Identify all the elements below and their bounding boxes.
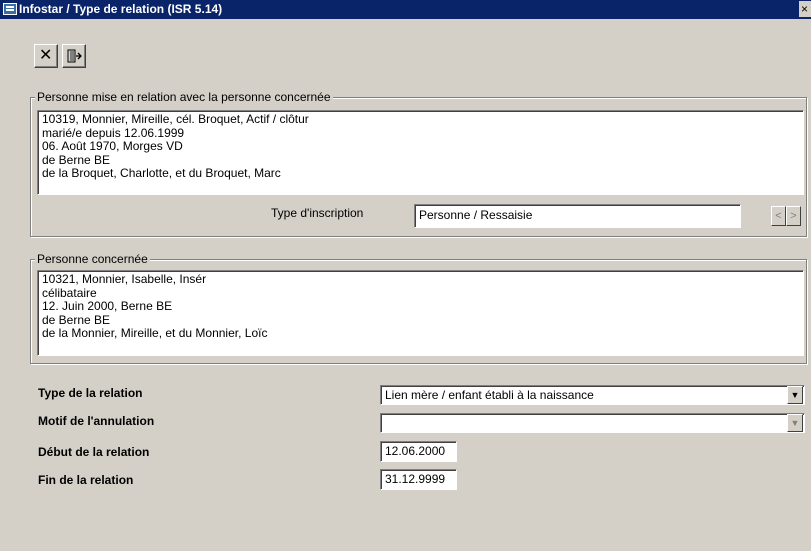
cancel-reason-label: Motif de l'annulation bbox=[38, 414, 155, 428]
concerned-person-line: de la Monnier, Mireille, et du Monnier, … bbox=[42, 327, 268, 340]
cancel-reason-select[interactable] bbox=[380, 413, 805, 433]
relation-type-dropdown-button[interactable]: ▼ bbox=[787, 386, 803, 404]
title-bar: Infostar / Type de relation (ISR 5.14) × bbox=[0, 0, 811, 19]
concerned-person-line: de Berne BE bbox=[42, 313, 111, 327]
exit-door-icon bbox=[67, 49, 82, 63]
related-person-line: 10319, Monnier, Mireille, cél. Broquet, … bbox=[42, 113, 309, 126]
start-date-input[interactable]: 12.06.2000 bbox=[380, 441, 457, 462]
next-record-button[interactable]: > bbox=[786, 206, 801, 226]
related-person-info: 10319, Monnier, Mireille, cél. Broquet, … bbox=[37, 110, 804, 195]
relation-type-select[interactable]: Lien mère / enfant établi à la naissance bbox=[380, 385, 805, 405]
relation-type-label: Type de la relation bbox=[38, 386, 143, 400]
end-date-label: Fin de la relation bbox=[38, 473, 134, 487]
chevron-down-icon: ▼ bbox=[790, 418, 800, 428]
related-person-legend: Personne mise en relation avec la person… bbox=[35, 90, 333, 104]
related-person-line: de la Broquet, Charlotte, et du Broquet,… bbox=[42, 167, 281, 180]
related-person-line: marié/e depuis 12.06.1999 bbox=[42, 126, 185, 140]
concerned-person-line: 12. Juin 2000, Berne BE bbox=[42, 300, 173, 313]
cancel-reason-dropdown-button[interactable]: ▼ bbox=[787, 414, 803, 432]
chevron-down-icon: ▼ bbox=[790, 390, 800, 400]
prev-record-button[interactable]: < bbox=[771, 206, 786, 226]
related-person-line: 06. Août 1970, Morges VD bbox=[42, 140, 183, 153]
end-date-input[interactable]: 31.12.9999 bbox=[380, 469, 457, 490]
exit-button[interactable] bbox=[62, 44, 86, 68]
app-icon bbox=[3, 3, 17, 15]
relation-type-value: Lien mère / enfant établi à la naissance bbox=[385, 388, 594, 402]
concerned-person-info: 10321, Monnier, Isabelle, Insér célibata… bbox=[37, 270, 804, 356]
start-date-label: Début de la relation bbox=[38, 445, 150, 459]
close-icon: ✕ bbox=[39, 47, 53, 64]
close-button[interactable]: ✕ bbox=[34, 44, 58, 68]
inscription-type-field: Personne / Ressaisie bbox=[414, 204, 741, 228]
window-close-button[interactable]: × bbox=[799, 1, 811, 17]
window-title: Infostar / Type de relation (ISR 5.14) bbox=[19, 2, 223, 16]
concerned-person-line: célibataire bbox=[42, 286, 97, 300]
concerned-person-line: 10321, Monnier, Isabelle, Insér bbox=[42, 273, 207, 286]
inscription-type-label: Type d'inscription bbox=[271, 206, 364, 220]
related-person-line: de Berne BE bbox=[42, 153, 111, 167]
concerned-person-legend: Personne concernée bbox=[35, 252, 150, 266]
